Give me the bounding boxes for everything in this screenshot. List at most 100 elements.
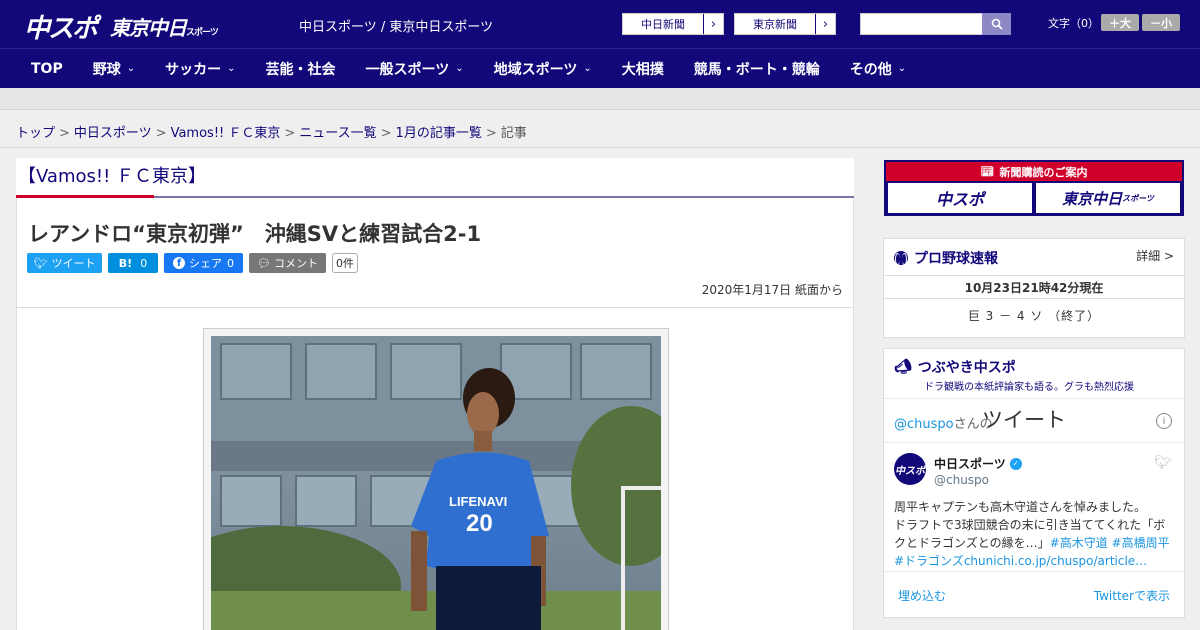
hashtag-link[interactable]: #高橋周平 xyxy=(1112,536,1170,550)
comment-button[interactable]: 💬︎ コメント xyxy=(249,253,326,273)
baseball-game-score[interactable]: 巨 3 － 4 ソ （終了） xyxy=(884,307,1184,324)
nav-item[interactable]: 芸能・社会 xyxy=(251,59,351,79)
hatena-bookmark-button[interactable]: B! 0 xyxy=(108,253,158,273)
search-icon xyxy=(991,18,1003,30)
tokyo-shimbun-label: 東京新聞 xyxy=(753,18,797,31)
chuspo-subscribe-link[interactable]: 中スポ xyxy=(888,183,1032,213)
nav-item[interactable]: 野球 ⌄ xyxy=(78,59,150,79)
nav-item-label: 芸能・社会 xyxy=(265,61,336,78)
font-smaller-button[interactable]: －小 xyxy=(1142,14,1180,31)
timeline-handle-line: @chuspoさんの xyxy=(894,413,993,432)
breadcrumb-separator: > xyxy=(485,126,497,141)
twitter-bird-icon[interactable]: 🐦︎ xyxy=(1154,455,1172,471)
view-on-twitter-link[interactable]: Twitterで表示 xyxy=(1094,587,1170,604)
facebook-icon: f xyxy=(173,257,185,269)
facebook-share-button[interactable]: f シェア 0 xyxy=(164,253,243,273)
avatar[interactable]: 中スポ xyxy=(894,453,926,485)
jersey-sponsor: LIFENAVI xyxy=(449,494,507,509)
subnav-strip xyxy=(0,88,1200,110)
baseball-panel-title: プロ野球速報 xyxy=(894,248,998,268)
comment-count[interactable]: 0件 xyxy=(332,253,358,273)
tweet-url-link[interactable]: chunichi.co.jp/chuspo/article… xyxy=(964,554,1147,568)
nav-item-label: TOP xyxy=(31,60,63,77)
subscription-banner[interactable]: 📰︎ 新聞購読のご案内 中スポ 東京中日 スポーツ xyxy=(884,160,1184,216)
chuspo-logo[interactable]: 中スポ xyxy=(24,8,98,45)
article-photo-frame: LIFENAVI 20 xyxy=(203,328,669,630)
twitter-bird-icon: 🐦︎ xyxy=(33,256,48,270)
nav-item-label: サッカー xyxy=(165,61,222,78)
facebook-share-label: シェア xyxy=(189,257,222,270)
tweet-line-1: 周平キャプテンも高木守道さんを悼みました。 xyxy=(894,500,1147,514)
comment-bubble-icon: 💬︎ xyxy=(257,256,271,270)
embed-link[interactable]: 埋め込む xyxy=(898,587,946,604)
breadcrumb-link[interactable]: Vamos!! ＦＣ東京 xyxy=(171,126,281,141)
section-title: 【Vamos!! ＦＣ東京】 xyxy=(16,158,854,198)
chevron-down-icon: ⌄ xyxy=(897,63,907,74)
breadcrumb-link[interactable]: トップ xyxy=(16,126,55,141)
article-container: 【Vamos!! ＦＣ東京】 レアンドロ“東京初弾” 沖縄SVと練習試合2-1 … xyxy=(16,158,854,630)
breadcrumb-separator: > xyxy=(284,126,296,141)
tweet-timeline-header: @chuspoさんの ツイート i xyxy=(884,398,1184,443)
twitter-panel-title: 📣︎ つぶやき中スポ xyxy=(894,357,1016,377)
chevron-down-icon: ⌄ xyxy=(455,63,464,74)
breadcrumb-current: 記事 xyxy=(500,126,527,141)
timeline-handle[interactable]: @chuspo xyxy=(894,417,954,432)
search-button[interactable] xyxy=(982,13,1011,35)
baseball-detail-link[interactable]: 詳細 > xyxy=(1136,247,1174,264)
tokyo-chunichi-subscribe-link[interactable]: 東京中日 スポーツ xyxy=(1036,183,1180,213)
twitter-title-text: つぶやき中スポ xyxy=(917,360,1016,376)
tokyo-shimbun-link[interactable]: 東京新聞 › xyxy=(734,13,836,35)
main-nav: TOP 野球 ⌄ サッカー ⌄ 芸能・社会 一般スポーツ ⌄ 地域スポーツ ⌄ 大相撲 競馬・ボート・… xyxy=(0,48,1200,88)
hatena-count: 0 xyxy=(140,256,148,270)
breadcrumb: トップ > 中日スポーツ > Vamos!! ＦＣ東京 > ニュース一覧 >1月の記事一覧 > 記… xyxy=(16,122,527,141)
facebook-count: 0 xyxy=(227,256,234,270)
nav-item-label: 地域スポーツ xyxy=(493,61,578,78)
baseball-icon xyxy=(894,251,908,265)
subscription-title-text: 新聞購読のご案内 xyxy=(999,165,1088,179)
article-header: レアンドロ“東京初弾” 沖縄SVと練習試合2-1 🐦︎ ツイート B! 0 f … xyxy=(16,198,854,308)
nav-item[interactable]: サッカー ⌄ xyxy=(150,59,250,79)
breadcrumb-link[interactable]: 中日スポーツ xyxy=(74,126,152,141)
nav-item[interactable]: その他 ⌄ xyxy=(835,59,921,79)
nav-item[interactable]: 一般スポーツ ⌄ xyxy=(351,59,479,79)
tokyo-chunichi-sub: スポーツ xyxy=(1122,193,1154,203)
nav-item-label: 大相撲 xyxy=(621,61,664,78)
tweet-account-handle[interactable]: @chuspo xyxy=(934,473,989,487)
megaphone-icon: 📣︎ xyxy=(894,359,912,375)
jersey-number: 20 xyxy=(466,510,493,537)
article-photo[interactable]: LIFENAVI 20 xyxy=(211,336,661,630)
baseball-title-text: プロ野球速報 xyxy=(914,251,998,267)
tweet-account-name[interactable]: 中日スポーツ ✓ xyxy=(934,455,1022,472)
nav-item-label: 一般スポーツ xyxy=(365,61,450,78)
player-photo-illustration: LIFENAVI 20 xyxy=(211,336,661,630)
tweet-button[interactable]: 🐦︎ ツイート xyxy=(27,253,102,273)
chevron-down-icon: ⌄ xyxy=(227,63,236,74)
breadcrumb-link[interactable]: ニュース一覧 xyxy=(299,126,376,141)
baseball-scores-panel: プロ野球速報 詳細 > 10月23日21時42分現在 巨 3 － 4 ソ （終了… xyxy=(883,238,1185,338)
article-date: 2020年1月17日 紙面から xyxy=(701,283,843,297)
breadcrumb-link[interactable]: 1月の記事一覧 xyxy=(396,126,482,141)
tokyo-logo-text: 東京中日 xyxy=(110,16,187,40)
article-body: LIFENAVI 20 xyxy=(16,308,854,630)
tweet-timeline-footer: 埋め込む Twitterで表示 xyxy=(884,571,1184,617)
section-title-text[interactable]: 【Vamos!! ＦＣ東京】 xyxy=(18,162,206,188)
tokyo-chunichi-logo[interactable]: 東京中日スポーツ xyxy=(110,12,219,41)
top-header: 中スポ 東京中日スポーツ 中日スポーツ / 東京中日スポーツ 中日新聞 › 東京… xyxy=(0,0,1200,48)
chunichi-shimbun-link[interactable]: 中日新聞 › xyxy=(622,13,724,35)
site-names: 中日スポーツ / 東京中日スポーツ xyxy=(299,20,494,35)
search-input[interactable] xyxy=(860,13,984,35)
nav-item-label: 競馬・ボート・競輪 xyxy=(693,61,820,78)
font-size-label: 文字（0） xyxy=(1048,17,1099,30)
nav-item[interactable]: 地域スポーツ ⌄ xyxy=(479,59,607,79)
comment-label: コメント xyxy=(273,257,318,270)
hashtag-link[interactable]: #高木守道 xyxy=(1050,536,1108,550)
hashtag-link[interactable]: #ドラゴンズ xyxy=(894,554,964,568)
info-icon[interactable]: i xyxy=(1156,413,1172,429)
nav-item[interactable]: TOP xyxy=(16,61,78,77)
verified-badge-icon: ✓ xyxy=(1009,457,1022,470)
nav-item-label: 野球 xyxy=(92,61,121,78)
nav-item[interactable]: 競馬・ボート・競輪 xyxy=(679,59,835,79)
font-larger-button[interactable]: ＋大 xyxy=(1101,14,1139,31)
tweet-text: 周平キャプテンも高木守道さんを悼みました。 ドラフトで3球団競合の末に引き当てて… xyxy=(894,498,1176,570)
nav-item[interactable]: 大相撲 xyxy=(607,59,679,79)
